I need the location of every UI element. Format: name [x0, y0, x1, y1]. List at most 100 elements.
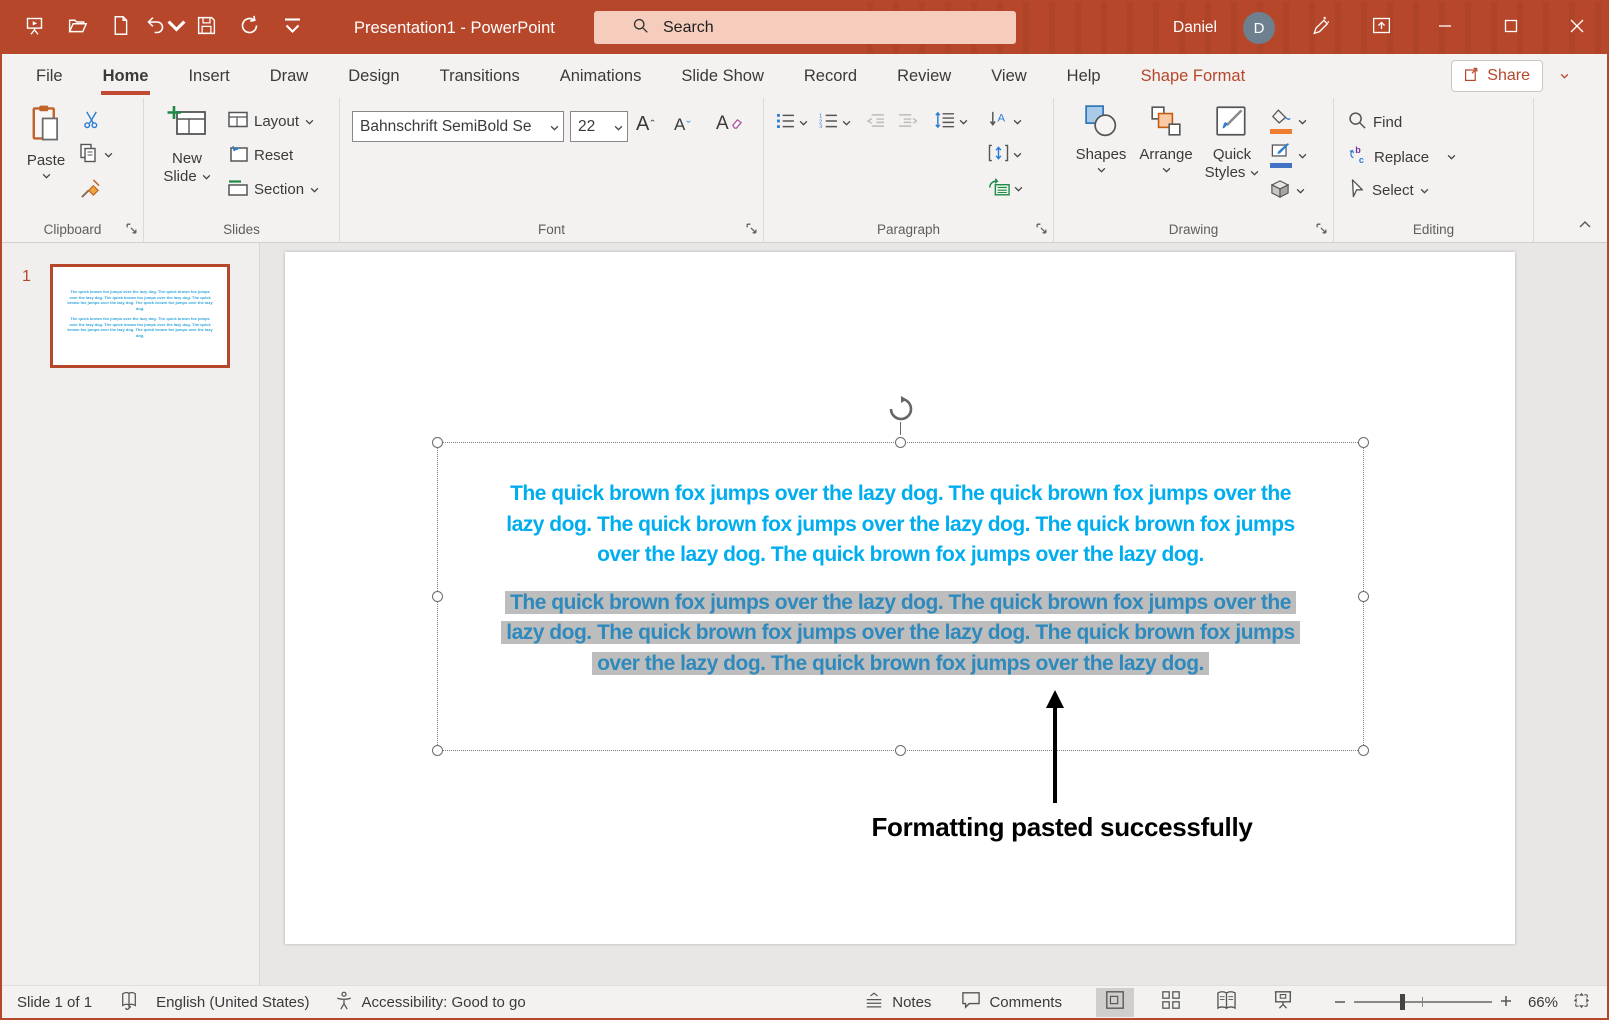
tab-review[interactable]: Review [877, 54, 971, 98]
zoom-slider[interactable] [1354, 1001, 1492, 1003]
collapse-ribbon-button[interactable] [1579, 215, 1591, 232]
tab-shape-format[interactable]: Shape Format [1121, 54, 1266, 98]
selected-text-box[interactable]: The quick brown fox jumps over the lazy … [437, 442, 1364, 751]
slideshow-view-button[interactable] [1264, 988, 1302, 1017]
grow-font-button[interactable]: Aˆ [636, 113, 655, 136]
undo-dropdown-chevron-icon[interactable] [166, 15, 182, 41]
select-button[interactable]: Select [1348, 179, 1429, 202]
font-name-combo[interactable]: Bahnschrift SemiBold Se [352, 111, 564, 142]
share-button[interactable]: Share [1451, 60, 1543, 92]
resize-handle-bottom-center[interactable] [895, 745, 906, 756]
redo-button[interactable] [231, 10, 267, 46]
redo-icon [239, 15, 260, 41]
resize-handle-bottom-right[interactable] [1358, 745, 1369, 756]
tab-design[interactable]: Design [328, 54, 419, 98]
tab-animations[interactable]: Animations [540, 54, 662, 98]
numbering-button[interactable]: 123 [819, 113, 851, 132]
tab-record[interactable]: Record [784, 54, 877, 98]
save-button[interactable] [188, 10, 224, 46]
arrange-button[interactable]: Arrange [1134, 104, 1198, 173]
zoom-slider-handle[interactable] [1400, 994, 1405, 1010]
replace-label: Replace [1374, 149, 1429, 166]
shape-effects-button[interactable] [1270, 180, 1305, 202]
minimize-button[interactable] [1425, 2, 1465, 54]
slide-thumbnail[interactable]: The quick brown fox jumps over the lazy … [50, 264, 230, 368]
new-file-button[interactable] [102, 10, 138, 46]
user-name[interactable]: Daniel [1173, 19, 1217, 37]
cut-button[interactable] [82, 110, 101, 133]
font-size-combo[interactable]: 22 [570, 111, 628, 142]
tab-file[interactable]: File [16, 54, 83, 98]
bullets-button[interactable] [776, 113, 808, 132]
tab-draw[interactable]: Draw [250, 54, 329, 98]
slide-sorter-view-button[interactable] [1152, 988, 1190, 1017]
new-slide-button[interactable]: New Slide [156, 104, 218, 186]
find-button[interactable]: Find [1348, 111, 1402, 134]
paragraph-dialog-launcher[interactable] [1035, 222, 1048, 235]
tab-help[interactable]: Help [1047, 54, 1121, 98]
ribbon-display-options-button[interactable] [1363, 10, 1399, 46]
start-slideshow-button[interactable] [16, 10, 52, 46]
tab-slide-show[interactable]: Slide Show [661, 54, 784, 98]
zoom-in-button[interactable] [1492, 994, 1520, 1011]
maximize-button[interactable] [1491, 2, 1531, 54]
language-button[interactable]: English (United States) [156, 994, 309, 1011]
spellcheck-button[interactable] [120, 991, 138, 1014]
arrange-icon [1149, 104, 1183, 142]
zoom-level[interactable]: 66% [1528, 994, 1558, 1011]
shape-outline-button[interactable] [1270, 143, 1307, 168]
fit-slide-button[interactable] [1572, 991, 1591, 1014]
accessibility-button[interactable]: Accessibility: Good to go [335, 991, 525, 1014]
quick-styles-button[interactable]: Quick Styles [1202, 104, 1262, 182]
align-text-button[interactable] [988, 144, 1022, 166]
resize-handle-top-left[interactable] [432, 437, 443, 448]
close-button[interactable] [1557, 2, 1597, 54]
titlebar-right: Daniel D [1173, 2, 1597, 54]
format-painter-button[interactable] [80, 178, 101, 203]
tab-transitions[interactable]: Transitions [420, 54, 540, 98]
zoom-out-button[interactable] [1326, 992, 1354, 1013]
pen-sparkle-icon [1309, 15, 1330, 41]
comments-button[interactable]: Comments [961, 991, 1062, 1013]
reset-button[interactable]: Reset [228, 145, 293, 166]
drawing-dialog-launcher[interactable] [1315, 222, 1328, 235]
pen-sparkle-button[interactable] [1301, 10, 1337, 46]
resize-handle-bottom-left[interactable] [432, 745, 443, 756]
notes-button[interactable]: Notes [864, 992, 931, 1013]
clipboard-dialog-launcher[interactable] [125, 222, 138, 235]
convert-smartart-button[interactable] [988, 178, 1023, 200]
numbering-chevron-icon [842, 120, 851, 126]
tab-insert[interactable]: Insert [168, 54, 249, 98]
rotate-handle[interactable] [888, 396, 914, 435]
shapes-button[interactable]: Shapes [1072, 104, 1130, 173]
decrease-indent-button[interactable] [866, 113, 885, 132]
shrink-font-button[interactable]: Aˇ [674, 115, 691, 135]
search-input[interactable]: Search [594, 11, 1016, 44]
resize-handle-top-right[interactable] [1358, 437, 1369, 448]
undo-button[interactable] [145, 10, 181, 46]
slide-indicator[interactable]: Slide 1 of 1 [17, 994, 92, 1011]
section-button[interactable]: Section [228, 179, 319, 200]
line-spacing-button[interactable] [934, 111, 968, 133]
share-dropdown-chevron-icon[interactable] [1560, 60, 1569, 92]
increase-indent-button[interactable] [898, 113, 917, 132]
reading-view-button[interactable] [1208, 988, 1246, 1017]
copy-button[interactable] [78, 143, 113, 167]
text-direction-button[interactable]: A [988, 110, 1022, 133]
normal-view-button[interactable] [1096, 988, 1134, 1017]
avatar[interactable]: D [1243, 12, 1275, 44]
text-box-content[interactable]: The quick brown fox jumps over the lazy … [438, 479, 1363, 679]
section-chevron-icon [310, 187, 319, 193]
customize-quick-access-button[interactable] [274, 10, 310, 46]
tab-view[interactable]: View [971, 54, 1046, 98]
font-dialog-launcher[interactable] [745, 222, 758, 235]
paste-button[interactable]: Paste [20, 104, 72, 179]
open-button[interactable] [59, 10, 95, 46]
layout-button[interactable]: Layout [228, 111, 314, 132]
tab-home[interactable]: Home [83, 54, 169, 98]
replace-button[interactable]: bc Replace [1348, 145, 1456, 169]
shape-fill-button[interactable] [1270, 109, 1307, 134]
clear-formatting-button[interactable]: A [716, 113, 742, 135]
resize-handle-top-center[interactable] [895, 437, 906, 448]
slide-canvas[interactable]: The quick brown fox jumps over the lazy … [285, 252, 1515, 944]
